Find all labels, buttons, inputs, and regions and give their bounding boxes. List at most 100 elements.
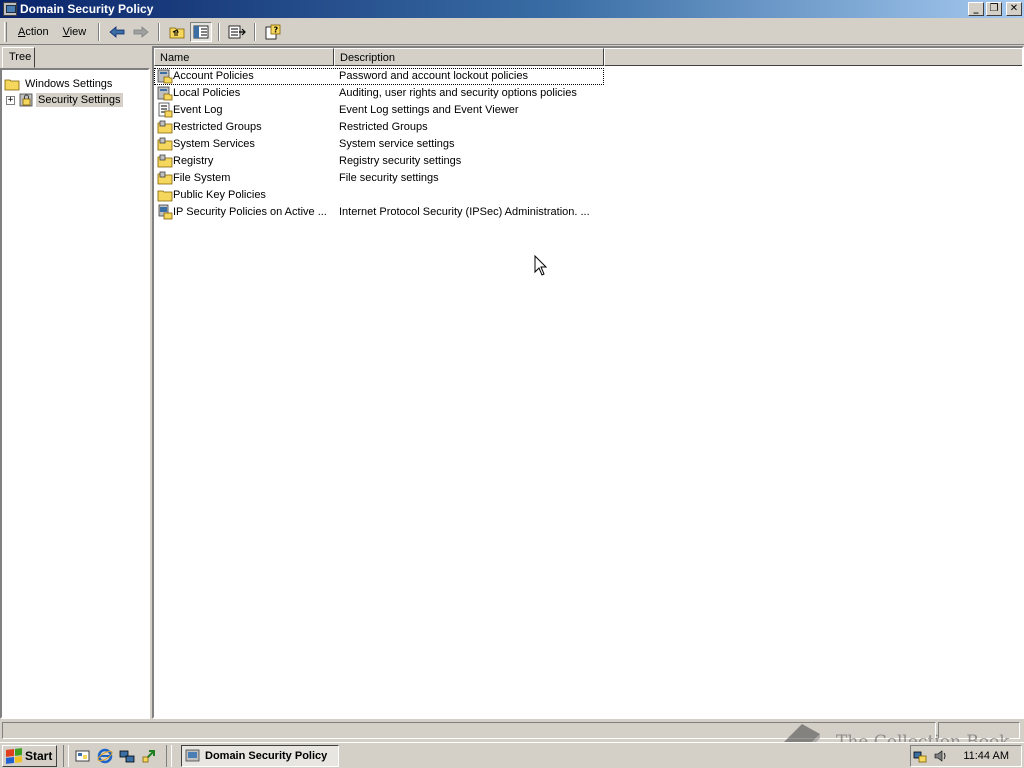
start-button[interactable]: Start [2,744,57,767]
toolbar-separator [218,22,221,41]
show-hide-tree-button[interactable] [190,21,213,42]
clock[interactable]: 11:44 AM [963,750,1009,762]
recycle-icon [142,749,155,762]
show-desktop-icon [75,750,90,761]
toolbar-separator [98,22,101,41]
list-item[interactable]: System Services System service settings [154,136,604,153]
title-bar[interactable]: Domain Security Policy _ ❐ ✕ [0,0,1024,18]
ip-security-icon [158,204,173,220]
tree-pane: Tree Windows Settings + Security Setting… [0,46,151,719]
show-hide-tree-icon [193,25,209,38]
list-header: Name Description [154,48,1022,66]
menu-view[interactable]: View [56,24,94,40]
forward-button[interactable] [130,22,152,42]
cell-description: Internet Protocol Security (IPSec) Admin… [339,206,590,218]
back-button[interactable] [106,22,128,42]
internet-explorer-icon [97,748,113,763]
folder-icon [157,190,173,202]
taskbar: Start Domain Security Policy 11:44 AM [0,742,1024,768]
expand-toggle[interactable]: + [6,95,15,105]
window-controls: _ ❐ ✕ [968,2,1022,16]
tab-tree[interactable]: Tree [2,47,35,68]
tree-node-windows-settings[interactable]: Windows Settings [4,76,114,92]
network-button[interactable] [118,747,136,765]
forward-arrow-icon [133,25,149,38]
taskbar-button-label: Domain Security Policy [205,749,328,762]
security-settings-icon [19,93,33,107]
windows-logo-icon [6,747,22,764]
network-icon [119,750,135,762]
start-label: Start [25,748,53,763]
cell-name: Local Policies [173,87,241,99]
column-header-filler [604,48,1022,66]
volume-icon[interactable] [933,749,947,763]
up-one-level-icon [169,27,185,38]
cell-name: Public Key Policies [173,189,266,201]
status-panel-side [938,722,1020,739]
cell-name: Restricted Groups [173,121,262,133]
locked-folder-icon [157,120,173,134]
list-item[interactable]: Account Policies Password and account lo… [154,68,604,85]
menu-view-accel: V [62,25,70,38]
taskbar-separator [166,744,172,767]
internet-explorer-button[interactable] [96,747,114,765]
cell-description: Registry security settings [339,155,462,167]
close-button[interactable]: ✕ [1006,2,1022,16]
recycle-button[interactable] [140,747,158,765]
taskbar-button-domain-security-policy[interactable]: Domain Security Policy [181,744,339,767]
menu-view-label: iew [69,25,87,38]
menu-action[interactable]: Action [11,24,56,40]
list-item[interactable]: IP Security Policies on Active ... Inter… [154,204,604,221]
window-title: Domain Security Policy [20,2,154,16]
list-item[interactable]: Restricted Groups Restricted Groups [154,119,604,136]
cell-description: Auditing, user rights and security optio… [339,87,577,99]
help-button[interactable]: ? [262,22,284,42]
event-log-icon [158,102,173,118]
export-list-button[interactable] [226,22,248,42]
locked-folder-icon [157,154,173,168]
status-panel-main [2,722,936,739]
policy-folder-icon [157,69,173,84]
back-arrow-icon [109,25,125,38]
export-list-icon [228,25,247,38]
list-item[interactable]: Event Log Event Log settings and Event V… [154,102,604,119]
network-status-icon[interactable] [913,749,927,763]
cell-description: Restricted Groups [339,121,428,133]
cell-description: File security settings [339,172,439,184]
locked-folder-icon [157,171,173,185]
toolbar-separator [254,22,257,41]
folder-icon [4,79,20,91]
cell-description: Event Log settings and Event Viewer [339,104,519,116]
mmc-app-icon [185,749,200,761]
column-header-name[interactable]: Name [154,48,334,66]
cell-name: Account Policies [173,70,254,82]
tree-node-security-settings[interactable]: + Security Settings [6,92,123,108]
restore-button[interactable]: ❐ [986,2,1002,16]
column-header-description[interactable]: Description [334,48,604,66]
menu-action-label: ction [25,25,49,38]
list-item[interactable]: Public Key Policies [154,187,604,204]
cell-name: File System [173,172,231,184]
toolbar-grip[interactable] [4,21,7,42]
toolbar-separator [158,22,161,41]
cell-description: Password and account lockout policies [339,70,528,82]
cell-name: System Services [173,138,255,150]
status-bar [0,721,1024,740]
minimize-button[interactable]: _ [968,2,984,16]
cell-description: System service settings [339,138,455,150]
details-list[interactable]: Name Description Account Policies Passwo… [152,46,1024,719]
menu-toolbar-row: Action View ? [0,19,1024,45]
tree-node-label: Windows Settings [25,78,113,90]
up-one-level-button[interactable] [166,22,188,42]
cell-name: Event Log [173,104,223,116]
locked-folder-icon [157,137,173,151]
list-item[interactable]: Local Policies Auditing, user rights and… [154,85,604,102]
system-tray: 11:44 AM [910,745,1022,767]
svg-text:?: ? [274,25,279,34]
help-icon: ? [265,24,281,39]
tree-view[interactable]: Windows Settings + Security Settings [0,68,150,719]
list-item[interactable]: Registry Registry security settings [154,153,604,170]
list-item[interactable]: File System File security settings [154,170,604,187]
mmc-app-icon[interactable] [3,2,17,16]
show-desktop-button[interactable] [74,747,92,765]
